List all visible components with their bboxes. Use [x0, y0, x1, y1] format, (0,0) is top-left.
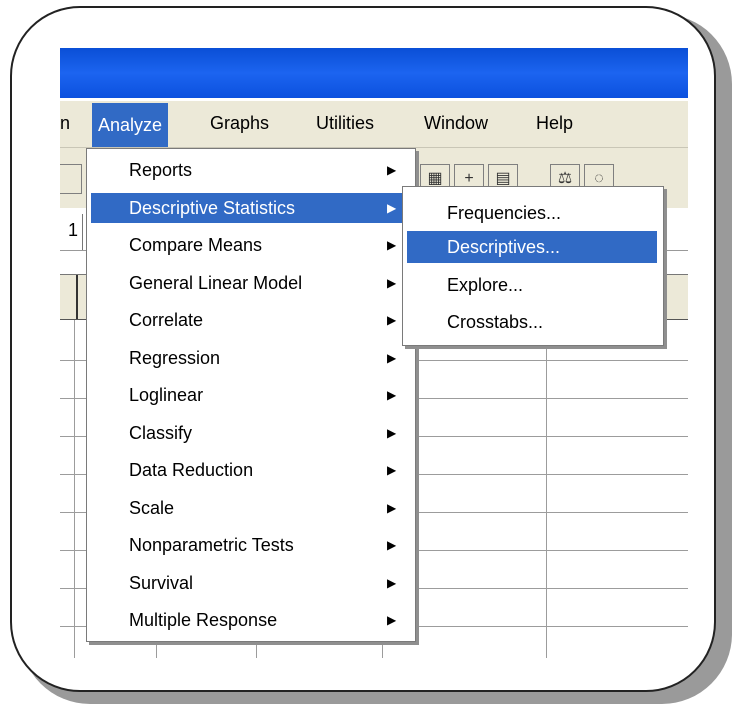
menu-item-classify[interactable]: Classify ▶ — [91, 418, 411, 448]
menu-item-descriptive-statistics[interactable]: Descriptive Statistics ▶ — [91, 193, 411, 223]
menu-utilities[interactable]: Utilities — [316, 113, 374, 134]
grid-column-line — [74, 320, 75, 658]
menu-item-loglinear[interactable]: Loglinear ▶ — [91, 380, 411, 410]
menu-item-scale[interactable]: Scale ▶ — [91, 493, 411, 523]
descriptive-statistics-submenu: Frequencies... Descriptives... Explore..… — [402, 186, 664, 346]
submenu-arrow-icon: ▶ — [387, 201, 397, 215]
menu-item-survival[interactable]: Survival ▶ — [91, 568, 411, 598]
grid-column-line — [546, 320, 547, 658]
menu-item-frequencies[interactable]: Frequencies... — [407, 197, 657, 229]
submenu-arrow-icon: ▶ — [387, 351, 397, 365]
menu-item-compare-means[interactable]: Compare Means ▶ — [91, 230, 411, 260]
submenu-arrow-icon: ▶ — [387, 426, 397, 440]
submenu-arrow-icon: ▶ — [387, 163, 397, 177]
menu-partial[interactable]: n — [60, 113, 70, 134]
menu-window[interactable]: Window — [424, 113, 488, 134]
title-bar — [60, 48, 688, 98]
menu-bar: n Analyze Graphs Utilities Window Help — [60, 101, 688, 148]
menu-graphs[interactable]: Graphs — [210, 113, 269, 134]
submenu-arrow-icon: ▶ — [387, 388, 397, 402]
cell-divider — [82, 214, 83, 250]
menu-item-multiple-response[interactable]: Multiple Response ▶ — [91, 605, 411, 635]
menu-help[interactable]: Help — [536, 113, 573, 134]
menu-item-regression[interactable]: Regression ▶ — [91, 343, 411, 373]
menu-analyze[interactable]: Analyze — [92, 103, 169, 147]
menu-item-general-linear-model[interactable]: General Linear Model ▶ — [91, 268, 411, 298]
submenu-arrow-icon: ▶ — [387, 501, 397, 515]
submenu-arrow-icon: ▶ — [387, 538, 397, 552]
menu-item-nonparametric-tests[interactable]: Nonparametric Tests ▶ — [91, 530, 411, 560]
cell-reference[interactable]: 1 — [68, 220, 78, 241]
submenu-arrow-icon: ▶ — [387, 576, 397, 590]
submenu-arrow-icon: ▶ — [387, 613, 397, 627]
menu-item-crosstabs[interactable]: Crosstabs... — [407, 306, 657, 338]
menu-item-data-reduction[interactable]: Data Reduction ▶ — [91, 455, 411, 485]
toolbar-button-icon[interactable] — [60, 164, 82, 194]
submenu-arrow-icon: ▶ — [387, 463, 397, 477]
header-divider — [76, 275, 78, 319]
menu-item-correlate[interactable]: Correlate ▶ — [91, 305, 411, 335]
menu-item-reports[interactable]: Reports ▶ — [91, 155, 411, 185]
menu-item-explore[interactable]: Explore... — [407, 269, 657, 301]
analyze-menu: Reports ▶ Descriptive Statistics ▶ Compa… — [86, 148, 416, 642]
submenu-arrow-icon: ▶ — [387, 238, 397, 252]
submenu-arrow-icon: ▶ — [387, 313, 397, 327]
submenu-arrow-icon: ▶ — [387, 276, 397, 290]
menu-item-descriptives[interactable]: Descriptives... — [407, 231, 657, 263]
